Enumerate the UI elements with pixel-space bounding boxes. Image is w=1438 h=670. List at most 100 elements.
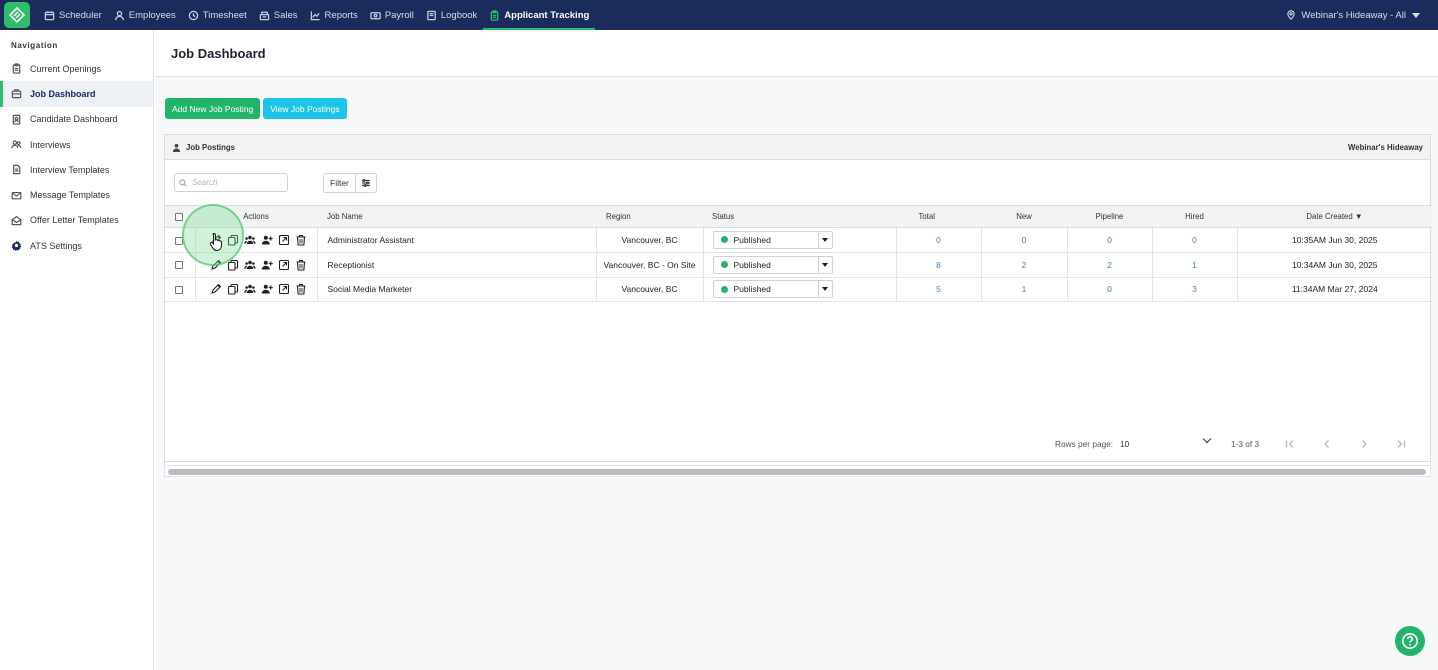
status-select[interactable]: Published bbox=[712, 280, 833, 299]
add-job-posting-button[interactable]: Add New Job Posting bbox=[165, 98, 261, 119]
total-cell[interactable]: 5 bbox=[895, 277, 981, 303]
trash-icon[interactable] bbox=[295, 234, 307, 246]
user-plus-icon[interactable] bbox=[261, 283, 273, 295]
app-logo[interactable] bbox=[4, 2, 30, 28]
sidebar-item-interviews[interactable]: Interviews bbox=[0, 132, 153, 157]
status-select[interactable]: Published bbox=[712, 230, 833, 249]
edit-icon[interactable] bbox=[210, 283, 222, 295]
new-cell[interactable]: 0 bbox=[980, 227, 1067, 253]
hired-cell[interactable]: 0 bbox=[1151, 227, 1237, 253]
new-cell[interactable]: 2 bbox=[980, 252, 1067, 278]
user-plus-icon[interactable] bbox=[261, 259, 273, 271]
row-checkbox[interactable] bbox=[175, 286, 183, 295]
header-job-name[interactable]: Job Name bbox=[317, 205, 596, 228]
job-postings-card: Job Postings Webinar's Hideaway Search F… bbox=[164, 134, 1432, 476]
nav-scheduler[interactable]: Scheduler bbox=[38, 0, 108, 30]
payroll-icon bbox=[370, 11, 381, 19]
copy-icon[interactable] bbox=[227, 283, 239, 296]
pipeline-cell[interactable]: 0 bbox=[1066, 227, 1152, 253]
pipeline-cell[interactable]: 0 bbox=[1066, 277, 1152, 303]
nav-logbook[interactable]: Logbook bbox=[420, 0, 483, 30]
sidebar-item-message-templates[interactable]: Message Templates bbox=[0, 182, 153, 207]
header-date-created-label: Date Created bbox=[1306, 212, 1353, 221]
external-link-icon[interactable] bbox=[278, 234, 290, 246]
pipeline-cell[interactable]: 2 bbox=[1066, 252, 1152, 278]
filter-settings-button[interactable] bbox=[356, 174, 376, 192]
view-job-postings-button[interactable]: View Job Postings bbox=[263, 98, 347, 119]
date-created-cell: 11:34AM Mar 27, 2024 bbox=[1236, 277, 1432, 303]
sidebar-heading: Navigation bbox=[11, 41, 58, 50]
person-icon bbox=[114, 10, 124, 20]
sales-icon bbox=[259, 11, 270, 20]
main-content: Job Dashboard Add New Job Posting View J… bbox=[155, 30, 1438, 670]
header-new[interactable]: New bbox=[981, 205, 1067, 228]
nav-reports[interactable]: Reports bbox=[304, 0, 364, 30]
nav-label: Applicant Tracking bbox=[504, 9, 590, 21]
header-date-created[interactable]: Date Created ▼ bbox=[1237, 205, 1432, 228]
sidebar-item-ats-settings[interactable]: ATS Settings bbox=[0, 233, 153, 258]
caret-down-icon bbox=[817, 281, 832, 298]
row-checkbox[interactable] bbox=[175, 236, 183, 245]
hired-cell[interactable]: 3 bbox=[1151, 277, 1237, 303]
gear-icon bbox=[11, 240, 22, 252]
select-all-checkbox[interactable] bbox=[175, 212, 183, 221]
external-link-icon[interactable] bbox=[278, 259, 290, 271]
last-page-icon[interactable] bbox=[1394, 437, 1408, 451]
chart-icon bbox=[310, 10, 320, 20]
copy-icon[interactable] bbox=[227, 259, 239, 271]
sidebar-item-current-openings[interactable]: Current Openings bbox=[0, 56, 153, 81]
search-input[interactable]: Search bbox=[174, 173, 288, 192]
row-actions bbox=[200, 283, 313, 296]
sidebar-item-job-dashboard[interactable]: Job Dashboard bbox=[0, 81, 153, 107]
row-checkbox[interactable] bbox=[175, 261, 183, 270]
edit-icon[interactable] bbox=[210, 234, 222, 246]
next-page-icon[interactable] bbox=[1357, 437, 1371, 451]
region-cell: Vancouver, BC bbox=[595, 227, 703, 253]
users-icon[interactable] bbox=[243, 283, 256, 295]
horizontal-scrollbar[interactable] bbox=[164, 465, 1431, 477]
job-name-cell[interactable]: Administrator Assistant bbox=[316, 227, 596, 253]
location-selector[interactable]: Webinar's Hideaway - All bbox=[1286, 0, 1420, 30]
status-dot-icon bbox=[720, 261, 728, 269]
nav-timesheet[interactable]: Timesheet bbox=[182, 0, 253, 30]
sidebar-item-offer-letter-templates[interactable]: Offer Letter Templates bbox=[0, 208, 153, 233]
hired-cell[interactable]: 1 bbox=[1151, 252, 1237, 278]
user-plus-icon[interactable] bbox=[261, 234, 273, 246]
header-status[interactable]: Status bbox=[703, 205, 896, 228]
top-nav-bar: Scheduler Employees Timesheet Sales Repo… bbox=[0, 0, 1438, 30]
job-name-cell[interactable]: Receptionist bbox=[316, 252, 596, 278]
edit-icon[interactable] bbox=[210, 259, 222, 271]
sidebar-item-interview-templates[interactable]: Interview Templates bbox=[0, 157, 153, 182]
header-hired[interactable]: Hired bbox=[1152, 205, 1237, 228]
status-select[interactable]: Published bbox=[712, 255, 833, 274]
total-cell[interactable]: 8 bbox=[895, 252, 981, 278]
filter-button[interactable]: Filter bbox=[324, 174, 356, 192]
first-page-icon[interactable] bbox=[1283, 437, 1297, 451]
search-placeholder: Search bbox=[192, 178, 218, 187]
rows-per-page-value: 10 bbox=[1120, 438, 1130, 449]
job-name-cell[interactable]: Social Media Marketer bbox=[316, 277, 596, 303]
nav-employees[interactable]: Employees bbox=[108, 0, 182, 30]
rows-per-page-select[interactable]: 10 bbox=[1120, 434, 1212, 449]
total-cell[interactable]: 0 bbox=[895, 227, 981, 253]
status-dot-icon bbox=[720, 236, 728, 244]
sidebar-item-candidate-dashboard[interactable]: Candidate Dashboard bbox=[0, 107, 153, 132]
prev-page-icon[interactable] bbox=[1320, 437, 1334, 451]
header-pipeline[interactable]: Pipeline bbox=[1067, 205, 1152, 228]
help-button[interactable] bbox=[1395, 626, 1425, 656]
nav-payroll[interactable]: Payroll bbox=[364, 0, 420, 30]
map-pin-icon bbox=[1287, 10, 1296, 20]
external-link-icon[interactable] bbox=[278, 283, 290, 295]
users-icon[interactable] bbox=[243, 234, 256, 246]
trash-icon[interactable] bbox=[295, 283, 307, 296]
header-total[interactable]: Total bbox=[896, 205, 981, 228]
nav-label: Sales bbox=[273, 9, 298, 21]
trash-icon[interactable] bbox=[295, 259, 307, 271]
copy-icon[interactable] bbox=[227, 234, 239, 246]
header-region[interactable]: Region bbox=[596, 205, 703, 228]
nav-applicant-tracking[interactable]: Applicant Tracking bbox=[483, 0, 596, 30]
nav-sales[interactable]: Sales bbox=[253, 0, 304, 30]
users-icon[interactable] bbox=[243, 259, 256, 271]
new-cell[interactable]: 1 bbox=[980, 277, 1067, 303]
scrollbar-thumb[interactable] bbox=[168, 469, 1426, 475]
